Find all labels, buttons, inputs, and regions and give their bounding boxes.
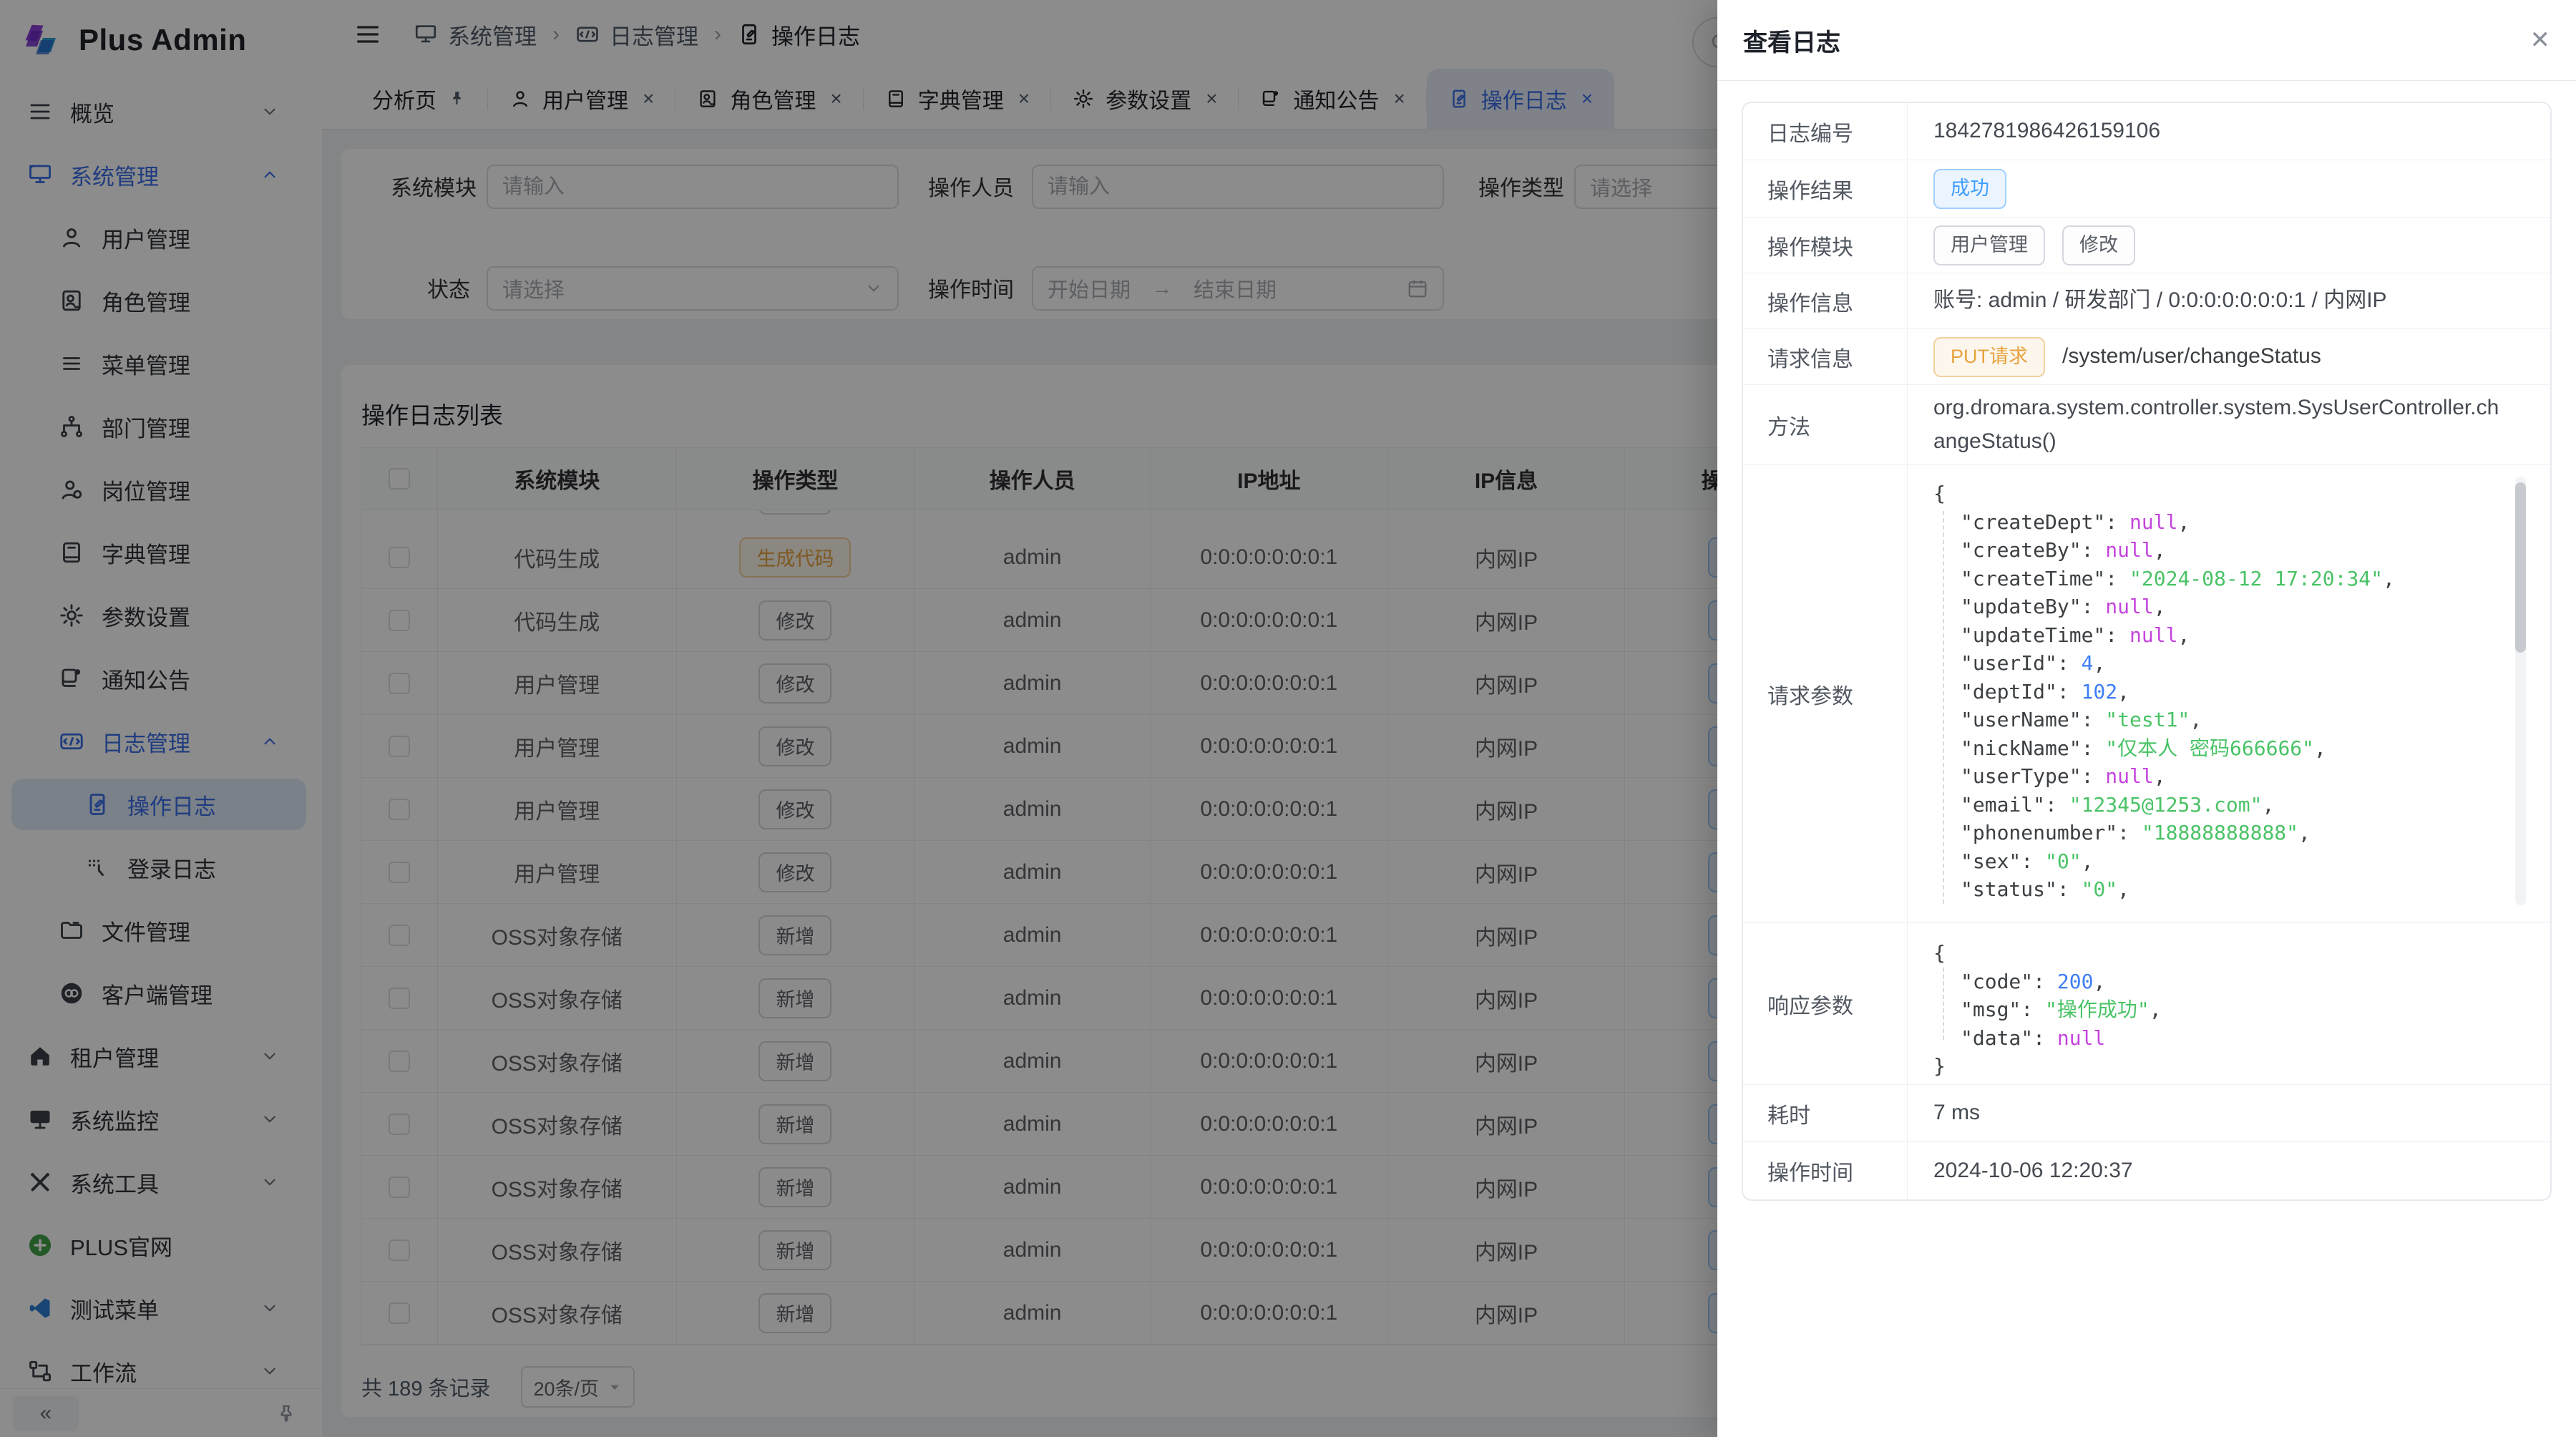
- json-line: "createTime": "2024-08-12 17:20:34",: [1933, 565, 2487, 593]
- json-line: "userType": null,: [1933, 762, 2487, 791]
- json-line: "createBy": null,: [1933, 536, 2487, 565]
- field-response-params: 响应参数 {"code": 200,"msg": "操作成功","data": …: [1743, 923, 2550, 1085]
- success-tag: 成功: [1933, 169, 2006, 209]
- field-request: 请求信息 PUT请求 /system/user/changeStatus: [1743, 329, 2550, 385]
- field-request-params: 请求参数 {"createDept": null,"createBy": nul…: [1743, 465, 2550, 923]
- json-line: "userName": "test1",: [1933, 706, 2487, 734]
- indent-guide: [1943, 511, 1944, 904]
- json-line: "data": null: [1933, 1024, 2487, 1053]
- response-params-json: {"code": 200,"msg": "操作成功","data": null}: [1933, 930, 2530, 1073]
- request-params-json: {"createDept": null,"createBy": null,"cr…: [1933, 471, 2530, 911]
- request-url: /system/user/changeStatus: [2062, 340, 2321, 374]
- op-time-value: 2024-10-06 12:20:37: [1908, 1142, 2550, 1199]
- json-line: "updateTime": null,: [1933, 621, 2487, 650]
- json-line: {: [1933, 939, 2487, 968]
- field-method: 方法 org.dromara.system.controller.system.…: [1743, 385, 2550, 465]
- json-line: "userId": 4,: [1933, 649, 2487, 678]
- json-line: "msg": "操作成功",: [1933, 995, 2487, 1024]
- field-log-id: 日志编号 1842781986426159106: [1743, 103, 2550, 160]
- json-line: }: [1933, 1052, 2487, 1081]
- op-info-value: 账号: admin / 研发部门 / 0:0:0:0:0:0:0:1 / 内网I…: [1908, 273, 2550, 328]
- close-icon[interactable]: ✕: [2530, 28, 2551, 52]
- indent-guide: [1943, 968, 1944, 1040]
- json-line: "deptId": 102,: [1933, 678, 2487, 706]
- log-detail-table: 日志编号 1842781986426159106 操作结果 成功 操作模块 用户…: [1742, 102, 2552, 1201]
- field-result: 操作结果 成功: [1743, 160, 2550, 218]
- view-log-drawer: 查看日志 ✕ 日志编号 1842781986426159106 操作结果 成功 …: [1717, 0, 2576, 1437]
- json-line: "createDept": null,: [1933, 508, 2487, 537]
- modal-overlay[interactable]: [0, 0, 1717, 1437]
- drawer-title: 查看日志: [1743, 23, 1840, 58]
- field-op-time: 操作时间 2024-10-06 12:20:37: [1743, 1142, 2550, 1199]
- put-request-tag: PUT请求: [1933, 337, 2045, 377]
- log-id-value: 1842781986426159106: [1908, 103, 2550, 160]
- json-line: "status": "0",: [1933, 875, 2487, 904]
- field-module: 操作模块 用户管理 修改: [1743, 218, 2550, 273]
- duration-value: 7 ms: [1908, 1085, 2550, 1141]
- json-line: "code": 200,: [1933, 968, 2487, 996]
- json-line: "phonenumber": "18888888888",: [1933, 819, 2487, 847]
- json-line: {: [1933, 479, 2487, 508]
- json-line: "email": "12345@1253.com",: [1933, 791, 2487, 819]
- field-duration: 耗时 7 ms: [1743, 1085, 2550, 1142]
- json-line: "updateBy": null,: [1933, 593, 2487, 621]
- drawer-header: 查看日志 ✕: [1717, 0, 2576, 81]
- field-op-info: 操作信息 账号: admin / 研发部门 / 0:0:0:0:0:0:0:1 …: [1743, 273, 2550, 329]
- module-tag: 用户管理: [1933, 225, 2045, 266]
- method-value: org.dromara.system.controller.system.Sys…: [1908, 385, 2550, 464]
- json-line: "sex": "0",: [1933, 847, 2487, 876]
- json-line: "nickName": "仅本人 密码666666",: [1933, 734, 2487, 763]
- scrollbar-thumb[interactable]: [2515, 482, 2526, 653]
- action-tag: 修改: [2062, 225, 2135, 266]
